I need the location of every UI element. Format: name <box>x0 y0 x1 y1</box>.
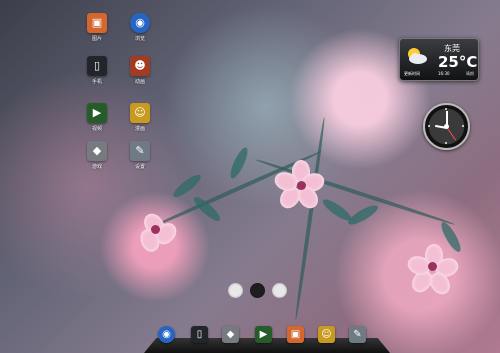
analog-clock-widget[interactable] <box>423 103 470 150</box>
dock-gamepad-icon[interactable]: ◆ <box>222 326 239 343</box>
weather-update-label: 更新时间 <box>404 71 420 76</box>
dock-cartoon-sponge-icon[interactable]: ☺ <box>318 326 335 343</box>
app-label: 浏览 <box>134 36 145 42</box>
wallpaper-leaf <box>227 145 251 181</box>
app-label: 设置 <box>134 164 145 170</box>
app-label: 漫画 <box>134 126 145 132</box>
video-player-icon: ▶ <box>87 103 107 123</box>
weather-temperature: 25°C <box>438 53 478 71</box>
gamepad-icon: ◆ <box>87 141 107 161</box>
dock-settings-tools-icon[interactable]: ✎ <box>349 326 366 343</box>
page-dot-3[interactable] <box>272 283 287 298</box>
dock-video-player-icon[interactable]: ▶ <box>255 326 272 343</box>
app-video[interactable]: ▶ 视频 <box>75 103 119 139</box>
wallpaper-leaf <box>438 219 464 255</box>
app-settings[interactable]: ✎ 设置 <box>118 141 162 177</box>
app-games[interactable]: ◆ 游戏 <box>75 141 119 177</box>
app-label: 手机 <box>91 79 102 85</box>
app-label: 动画 <box>134 79 145 85</box>
page-dot-1[interactable] <box>228 283 243 298</box>
weather-condition: 晴朗 <box>466 71 474 76</box>
app-label: 图片 <box>91 36 102 42</box>
globe-browser-icon: ◉ <box>130 13 150 33</box>
app-cartoon[interactable]: ☺ 漫画 <box>118 103 162 139</box>
app-phone[interactable]: ▯ 手机 <box>75 56 119 92</box>
dock-browser-icon[interactable]: ◉ <box>158 326 175 343</box>
clock-tick-12 <box>445 108 447 110</box>
app-gallery[interactable]: ▣ 图片 <box>75 13 119 49</box>
clock-tick-3 <box>462 125 464 127</box>
clock-tick-9 <box>428 125 430 127</box>
clock-center-pin <box>444 124 449 129</box>
app-browser[interactable]: ◉ 浏览 <box>118 13 162 49</box>
app-label: 视频 <box>91 126 102 132</box>
clock-tick-6 <box>445 142 447 144</box>
dock-phone-icon[interactable]: ▯ <box>191 326 208 343</box>
page-dot-2-active[interactable] <box>250 283 265 298</box>
app-label: 游戏 <box>91 164 102 170</box>
wallpaper-leaf <box>345 202 381 228</box>
app-animation[interactable]: ☻ 动画 <box>118 56 162 92</box>
dock-photo-gallery-icon[interactable]: ▣ <box>287 326 304 343</box>
desktop-app-grid: ▣ 图片 ◉ 浏览 ▯ 手机 ☻ 动画 ▶ 视频 ☺ 漫画 ◆ 游戏 ✎ 设置 <box>75 13 175 173</box>
settings-tools-icon: ✎ <box>130 141 150 161</box>
weather-update-time: 16:30 <box>438 71 450 76</box>
wallpaper-branch <box>293 116 327 321</box>
monkey-king-icon: ☻ <box>130 56 150 76</box>
weather-widget[interactable]: 东莞 25°C 更新时间 16:30 晴朗 <box>399 38 479 81</box>
mobile-phone-icon: ▯ <box>87 56 107 76</box>
wallpaper-leaf <box>170 171 204 201</box>
photo-gallery-icon: ▣ <box>87 13 107 33</box>
partly-cloudy-icon <box>408 48 427 64</box>
cartoon-sponge-icon: ☺ <box>130 103 150 123</box>
